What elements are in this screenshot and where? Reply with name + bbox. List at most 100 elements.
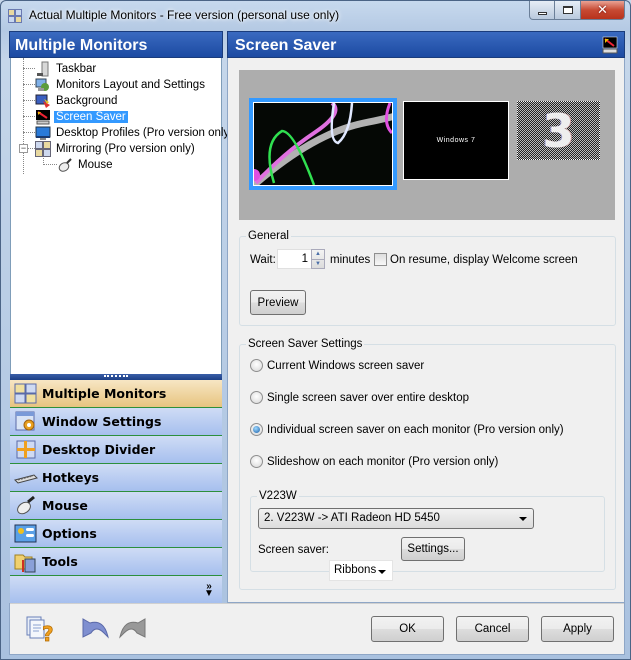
collapse-toggle[interactable]: − bbox=[19, 144, 28, 153]
tree-line bbox=[23, 84, 35, 85]
close-icon: ✕ bbox=[597, 2, 608, 18]
help-icon[interactable]: ? bbox=[25, 615, 55, 643]
nav-footer: » ▼ bbox=[10, 576, 222, 604]
left-pane-header: Multiple Monitors bbox=[9, 31, 223, 58]
minimize-button[interactable] bbox=[529, 1, 555, 20]
radio-individual-screen-saver[interactable]: Individual screen saver on each monitor … bbox=[250, 423, 564, 436]
window-settings-icon bbox=[15, 411, 35, 430]
app-grid-icon bbox=[8, 9, 22, 23]
nav-item-mouse[interactable]: Mouse bbox=[10, 492, 222, 520]
tree-item-background[interactable]: Background bbox=[35, 93, 119, 109]
monitor-preview-area: Windows 7 3 bbox=[239, 70, 615, 220]
background-icon bbox=[35, 94, 50, 108]
tree-item-monitors-layout[interactable]: Monitors Layout and Settings bbox=[35, 77, 207, 93]
minutes-label: minutes bbox=[330, 254, 371, 266]
monitors-layout-icon bbox=[35, 78, 49, 91]
radio-single-screen-saver[interactable]: Single screen saver over entire desktop bbox=[250, 391, 469, 404]
svg-text:?: ? bbox=[42, 622, 54, 643]
general-group: General Wait: 1 ▲ ▼ minutes On resume, d… bbox=[239, 230, 616, 326]
redo-icon[interactable] bbox=[118, 617, 148, 641]
radio-button[interactable] bbox=[250, 455, 263, 468]
left-pane: Multiple Monitors − Taskbar Monitors Lay… bbox=[9, 31, 233, 604]
welcome-screen-checkbox[interactable] bbox=[374, 253, 387, 266]
nav-item-tools[interactable]: Tools bbox=[10, 548, 222, 576]
divider bbox=[10, 603, 624, 604]
nav-bar: Multiple Monitors Window Settings Deskto… bbox=[10, 380, 222, 604]
nav-item-window-settings[interactable]: Window Settings bbox=[10, 408, 222, 436]
monitor-legend: V223W bbox=[259, 490, 297, 502]
apply-button[interactable]: Apply bbox=[541, 616, 614, 642]
tree-line bbox=[23, 132, 35, 133]
tree-line bbox=[43, 164, 57, 165]
right-pane: Screen Saver Windows 7 3 General Wait: 1… bbox=[227, 31, 625, 603]
right-pane-header: Screen Saver bbox=[227, 31, 625, 58]
ok-button[interactable]: OK bbox=[371, 616, 444, 642]
window-title: Actual Multiple Monitors - Free version … bbox=[29, 8, 340, 22]
tree-item-desktop-profiles[interactable]: Desktop Profiles (Pro version only) bbox=[35, 125, 235, 141]
splitter-grip bbox=[104, 375, 128, 377]
keyboard-icon bbox=[14, 473, 38, 484]
screen-saver-select[interactable]: Ribbons bbox=[329, 560, 393, 581]
desktop-profiles-icon bbox=[35, 126, 51, 140]
tree-item-taskbar[interactable]: Taskbar bbox=[35, 61, 98, 77]
wait-label: Wait: bbox=[250, 254, 276, 266]
mouse-icon bbox=[58, 158, 72, 172]
monitor-1-preview[interactable] bbox=[249, 98, 397, 190]
nav-item-hotkeys[interactable]: Hotkeys bbox=[10, 464, 222, 492]
radio-button[interactable] bbox=[250, 359, 263, 372]
close-button[interactable]: ✕ bbox=[581, 1, 625, 20]
tree-line bbox=[28, 148, 35, 149]
spin-up-icon[interactable]: ▲ bbox=[312, 250, 324, 259]
tree-item-mirroring[interactable]: Mirroring (Pro version only) bbox=[35, 141, 197, 157]
maximize-icon bbox=[562, 6, 573, 14]
mouse-icon bbox=[17, 495, 35, 514]
minimize-icon bbox=[537, 11, 547, 15]
monitor-2-preview[interactable]: Windows 7 bbox=[403, 101, 509, 180]
tree-line bbox=[23, 100, 35, 101]
taskbar-icon bbox=[37, 61, 49, 77]
options-icon bbox=[14, 524, 37, 542]
chevron-double-down-icon[interactable]: » ▼ bbox=[204, 582, 214, 599]
chevron-down-icon bbox=[519, 517, 527, 521]
screen-saver-settings-group: Screen Saver Settings Current Windows sc… bbox=[239, 338, 616, 590]
tree-item-screen-saver[interactable]: Screen Saver bbox=[35, 109, 128, 125]
radio-button[interactable] bbox=[250, 391, 263, 404]
monitor-select[interactable]: 2. V223W -> ATI Radeon HD 5450 bbox=[258, 508, 534, 529]
spin-down-icon[interactable]: ▼ bbox=[312, 259, 324, 269]
maximize-button[interactable] bbox=[555, 1, 581, 20]
screen-saver-icon bbox=[36, 110, 50, 125]
screen-saver-label: Screen saver: bbox=[258, 544, 329, 556]
tree-line bbox=[23, 116, 35, 117]
wait-spinner[interactable]: 1 ▲ ▼ bbox=[277, 249, 325, 269]
multiple-monitors-icon bbox=[14, 383, 37, 403]
radio-current-windows[interactable]: Current Windows screen saver bbox=[250, 359, 424, 372]
screen-saver-icon bbox=[602, 36, 618, 54]
tree-item-mouse[interactable]: Mouse bbox=[57, 157, 115, 173]
title-bar: Actual Multiple Monitors - Free version … bbox=[1, 1, 630, 29]
app-window: Actual Multiple Monitors - Free version … bbox=[0, 0, 631, 660]
ribbons-screensaver-thumbnail bbox=[254, 103, 392, 185]
monitor-group: V223W 2. V223W -> ATI Radeon HD 5450 Scr… bbox=[250, 490, 605, 581]
screen-saver-settings-legend: Screen Saver Settings bbox=[248, 338, 363, 350]
nav-item-multiple-monitors[interactable]: Multiple Monitors bbox=[10, 380, 222, 408]
chevron-down-icon bbox=[378, 570, 386, 574]
desktop-divider-icon bbox=[16, 440, 36, 458]
welcome-screen-label[interactable]: On resume, display Welcome screen bbox=[390, 254, 578, 266]
nav-item-options[interactable]: Options bbox=[10, 520, 222, 548]
wait-input[interactable]: 1 bbox=[277, 249, 311, 269]
page-title: Screen Saver bbox=[235, 37, 337, 54]
cancel-button[interactable]: Cancel bbox=[456, 616, 529, 642]
preview-button[interactable]: Preview bbox=[250, 290, 306, 315]
monitor-3-preview[interactable]: 3 bbox=[517, 101, 600, 160]
mirroring-icon bbox=[35, 141, 51, 157]
general-legend: General bbox=[248, 230, 289, 242]
settings-tree: − Taskbar Monitors Layout and Settings B… bbox=[10, 58, 233, 374]
radio-slideshow[interactable]: Slideshow on each monitor (Pro version o… bbox=[250, 455, 498, 468]
screen-saver-settings-button[interactable]: Settings... bbox=[401, 537, 465, 561]
nav-item-desktop-divider[interactable]: Desktop Divider bbox=[10, 436, 222, 464]
bottom-bar: ? OK Cancel Apply bbox=[9, 603, 625, 655]
tools-icon bbox=[14, 554, 36, 572]
screen-saver-content: Windows 7 3 General Wait: 1 ▲ ▼ minutes bbox=[227, 58, 625, 603]
radio-button-checked[interactable] bbox=[250, 423, 263, 436]
undo-icon[interactable] bbox=[80, 617, 110, 641]
